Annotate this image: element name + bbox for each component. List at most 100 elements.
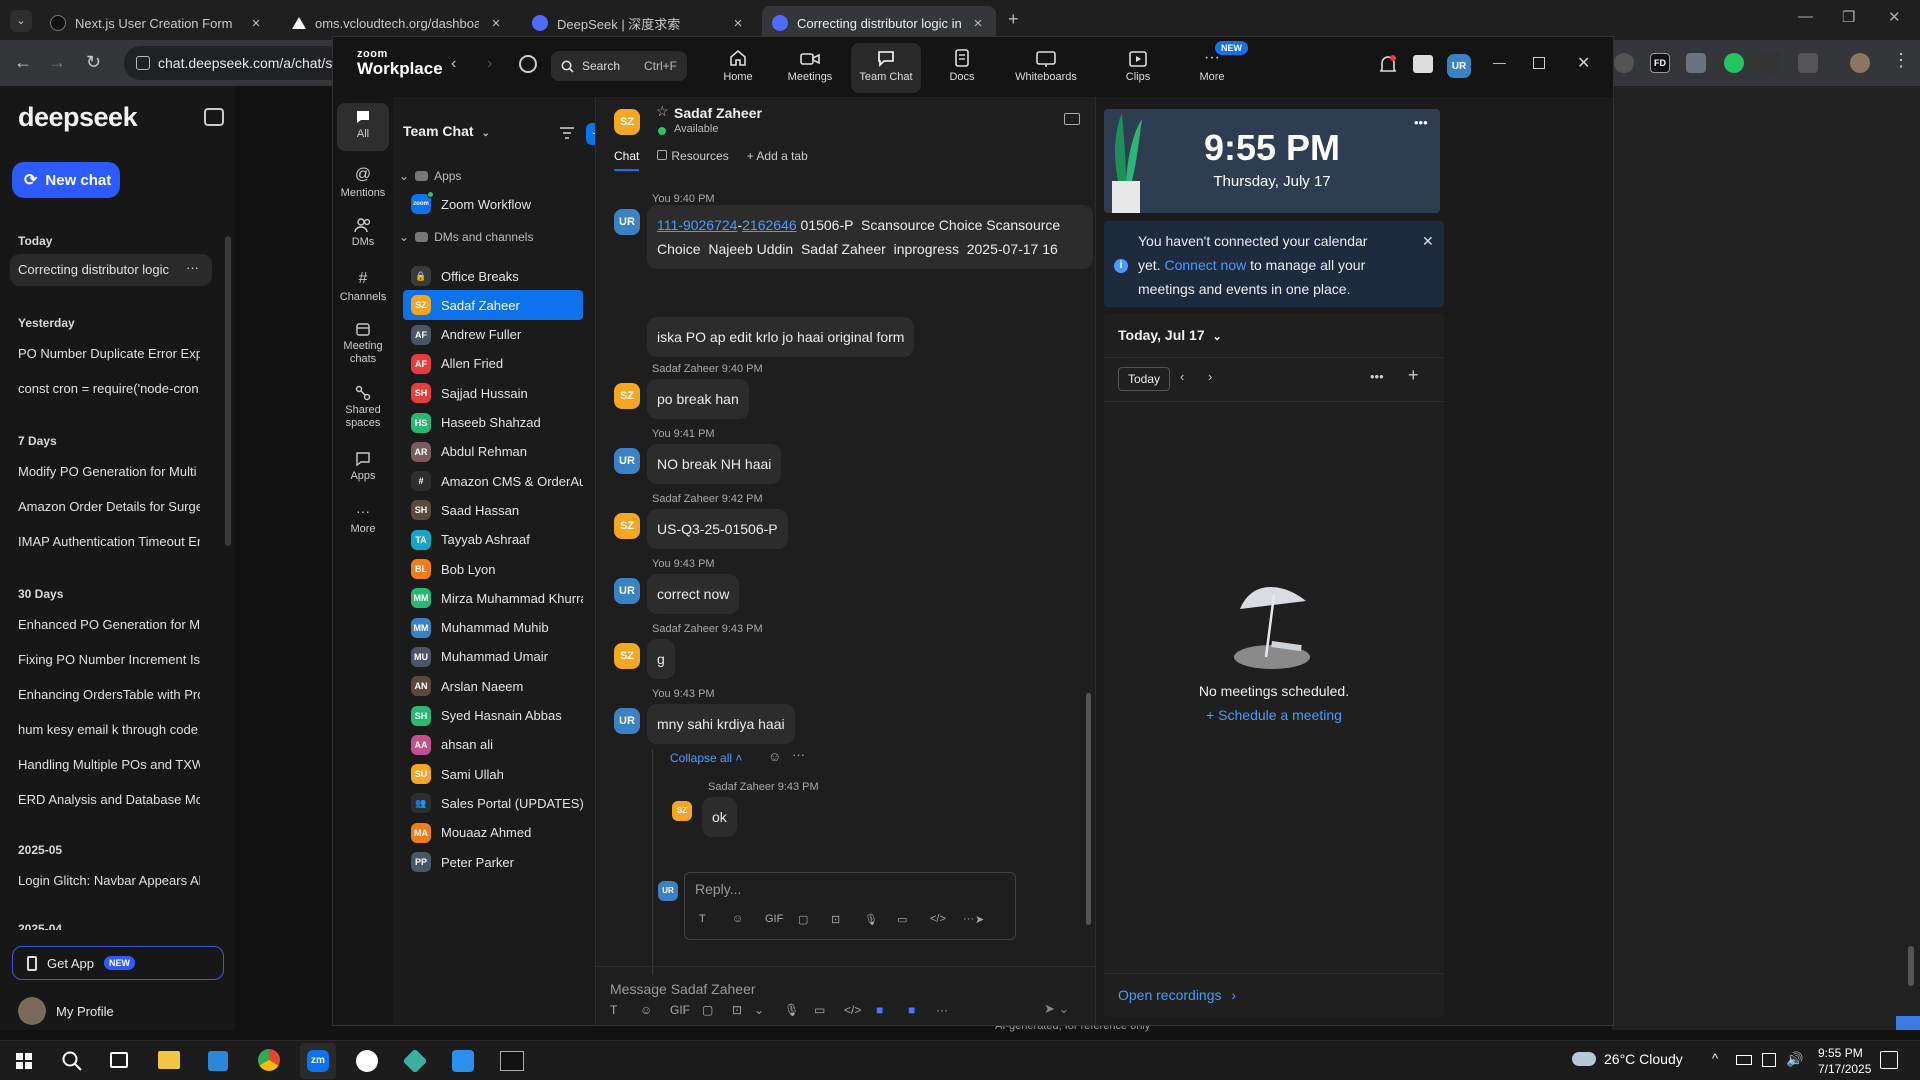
browser-tab-oms[interactable]: oms.vcloudtech.org/dashboard × xyxy=(282,6,514,40)
notification-center-icon[interactable] xyxy=(1880,1051,1898,1069)
list-item[interactable]: SZ Sadaf Zaheer xyxy=(403,290,583,321)
more-options-icon[interactable]: ··· xyxy=(186,260,199,275)
message-bubble[interactable]: mny sahi krdiya haai xyxy=(647,704,795,744)
emoji-icon[interactable]: ☺ xyxy=(732,913,743,925)
history-item[interactable]: Enhancing OrdersTable with Pro xyxy=(18,687,200,702)
calendar-more-icon[interactable]: ••• xyxy=(1370,369,1384,384)
file-icon[interactable]: ▢ xyxy=(798,913,808,926)
clock-more-icon[interactable]: ••• xyxy=(1414,115,1428,130)
mic-icon[interactable]: 🎙 xyxy=(864,913,878,926)
whiteboard-app-icon[interactable]: ■ xyxy=(876,1003,883,1017)
list-item[interactable]: 🔒 Office Breaks xyxy=(403,261,583,291)
restore-icon[interactable]: ❐ xyxy=(1842,8,1855,26)
screenshot-icon[interactable]: ⊡ xyxy=(732,1003,742,1017)
message-bubble[interactable]: po break han xyxy=(647,379,749,419)
tab-search-dropdown-icon[interactable]: ⌄ xyxy=(10,10,32,32)
code-icon[interactable]: </> xyxy=(844,1003,861,1017)
history-item[interactable]: IMAP Authentication Timeout Er xyxy=(18,534,200,549)
forward-arrow-icon[interactable]: › xyxy=(487,55,492,73)
list-item[interactable]: AR Abdul Rehman xyxy=(403,437,583,467)
windows-start-icon[interactable] xyxy=(16,1053,32,1069)
back-arrow-icon[interactable]: ‹ xyxy=(451,55,456,73)
format-text-icon[interactable]: T xyxy=(699,913,706,925)
tab-chat[interactable]: Chat xyxy=(614,149,640,171)
gif-icon[interactable]: GIF xyxy=(670,1003,690,1017)
format-text-icon[interactable]: T xyxy=(610,1003,617,1017)
minimize-icon[interactable]: — xyxy=(1798,8,1813,25)
section-apps[interactable]: ⌄ Apps xyxy=(399,169,461,183)
sender-avatar[interactable]: SZ xyxy=(614,513,640,539)
sender-avatar[interactable]: SZ xyxy=(614,383,640,409)
close-tab-icon[interactable]: × xyxy=(488,15,504,32)
new-tab-icon[interactable]: + xyxy=(1008,9,1019,30)
today-button[interactable]: Today xyxy=(1118,367,1171,391)
sender-avatar[interactable]: UR xyxy=(614,209,640,235)
rail-apps[interactable]: Apps xyxy=(337,451,389,483)
minimize-icon[interactable]: — xyxy=(1493,55,1506,70)
calendar-date-selector[interactable]: Today, Jul 17 ⌄ xyxy=(1118,327,1222,343)
list-item[interactable]: AF Allen Fried xyxy=(403,349,583,379)
video-clip-icon[interactable]: ▭ xyxy=(897,913,907,926)
connect-now-link[interactable]: Connect now xyxy=(1164,257,1246,273)
history-item[interactable]: Login Glitch: Navbar Appears Ab xyxy=(18,873,200,888)
nav-home[interactable]: Home xyxy=(703,43,773,93)
list-item[interactable]: AN Arslan Naeem xyxy=(403,671,583,701)
list-item[interactable]: SH Sajjad Hussain xyxy=(403,378,583,408)
sender-avatar[interactable]: UR xyxy=(614,708,640,734)
gift-icon[interactable] xyxy=(1413,55,1433,73)
zoom-taskbar-icon[interactable]: zm xyxy=(300,1043,336,1079)
video-call-icon[interactable] xyxy=(1064,113,1080,125)
cast-extension-icon[interactable] xyxy=(1760,53,1780,73)
history-item[interactable]: hum kesy email k through code xyxy=(18,722,200,737)
forward-icon[interactable]: → xyxy=(48,52,66,73)
list-item[interactable]: BL Bob Lyon xyxy=(403,554,583,584)
list-item[interactable]: MM Muhammad Muhib xyxy=(403,613,583,643)
more-dots-icon[interactable]: ··· xyxy=(963,913,974,925)
screenshot-icon[interactable]: ⊡ xyxy=(831,913,840,926)
order-link[interactable]: 111-9026724 xyxy=(657,217,737,233)
image-extension-icon[interactable] xyxy=(1686,53,1706,73)
order-link[interactable]: 2162646 xyxy=(742,217,797,233)
sender-avatar[interactable]: UR xyxy=(614,448,640,474)
code-icon[interactable]: </> xyxy=(930,913,946,925)
tab-add[interactable]: + Add a tab xyxy=(747,149,808,171)
list-item-zoom-workflow[interactable]: zoom Zoom Workflow xyxy=(403,189,583,219)
user-avatar[interactable]: UR xyxy=(1447,54,1471,78)
history-icon[interactable] xyxy=(519,55,537,73)
list-item[interactable]: MU Muhammad Umair xyxy=(403,642,583,672)
rail-dms[interactable]: DMs xyxy=(337,217,389,249)
chat-input-button[interactable] xyxy=(1896,1016,1920,1030)
extensions-puzzle-icon[interactable] xyxy=(1798,53,1818,73)
file-explorer-icon[interactable] xyxy=(158,1051,180,1069)
list-item[interactable]: # Amazon CMS & OrderAuto... xyxy=(403,466,583,496)
star-icon[interactable]: ☆ xyxy=(656,103,669,120)
collapse-all-button[interactable]: Collapse all ˄ xyxy=(670,751,742,765)
volume-icon[interactable]: 🔊 xyxy=(1786,1051,1803,1068)
chat-scrollbar[interactable] xyxy=(1086,693,1091,925)
get-app-button[interactable]: Get App NEW xyxy=(12,946,224,980)
list-item[interactable]: SH Syed Hasnain Abbas xyxy=(403,701,583,731)
rail-shared-spaces[interactable]: Shared spaces xyxy=(337,385,389,430)
network-icon[interactable] xyxy=(1762,1053,1776,1067)
schedule-meeting-link[interactable]: + Schedule a meeting xyxy=(1104,707,1444,723)
history-item[interactable]: ERD Analysis and Database Mod xyxy=(18,792,200,807)
new-chat-button[interactable]: ⟳ New chat xyxy=(12,162,120,198)
message-input[interactable]: Message Sadaf Zaheer xyxy=(610,981,756,997)
my-profile-button[interactable]: My Profile xyxy=(18,997,114,1025)
close-icon[interactable]: ✕ xyxy=(1577,53,1590,73)
terminal-icon[interactable] xyxy=(500,1051,524,1071)
list-item[interactable]: SH Saad Hassan xyxy=(403,495,583,525)
search-bar[interactable]: Search Ctrl+F xyxy=(551,51,687,81)
message-bubble[interactable]: correct now xyxy=(647,574,740,614)
history-item[interactable]: const cron = require('node-cron xyxy=(18,381,200,396)
chevron-down-icon[interactable]: ⌄ xyxy=(754,1003,764,1017)
close-tab-icon[interactable]: × xyxy=(730,15,746,32)
video-clip-icon[interactable]: ▭ xyxy=(814,1003,825,1017)
prev-day-icon[interactable]: ‹ xyxy=(1180,369,1184,384)
message-bubble[interactable]: NO break NH haai xyxy=(647,444,782,484)
site-info-icon[interactable] xyxy=(136,56,150,70)
docs-app-icon[interactable]: ■ xyxy=(908,1003,915,1017)
list-item[interactable]: AA ahsan ali xyxy=(403,730,583,760)
nav-team-chat[interactable]: Team Chat xyxy=(851,43,921,93)
history-item[interactable]: Modify PO Generation for Multi xyxy=(18,464,200,479)
